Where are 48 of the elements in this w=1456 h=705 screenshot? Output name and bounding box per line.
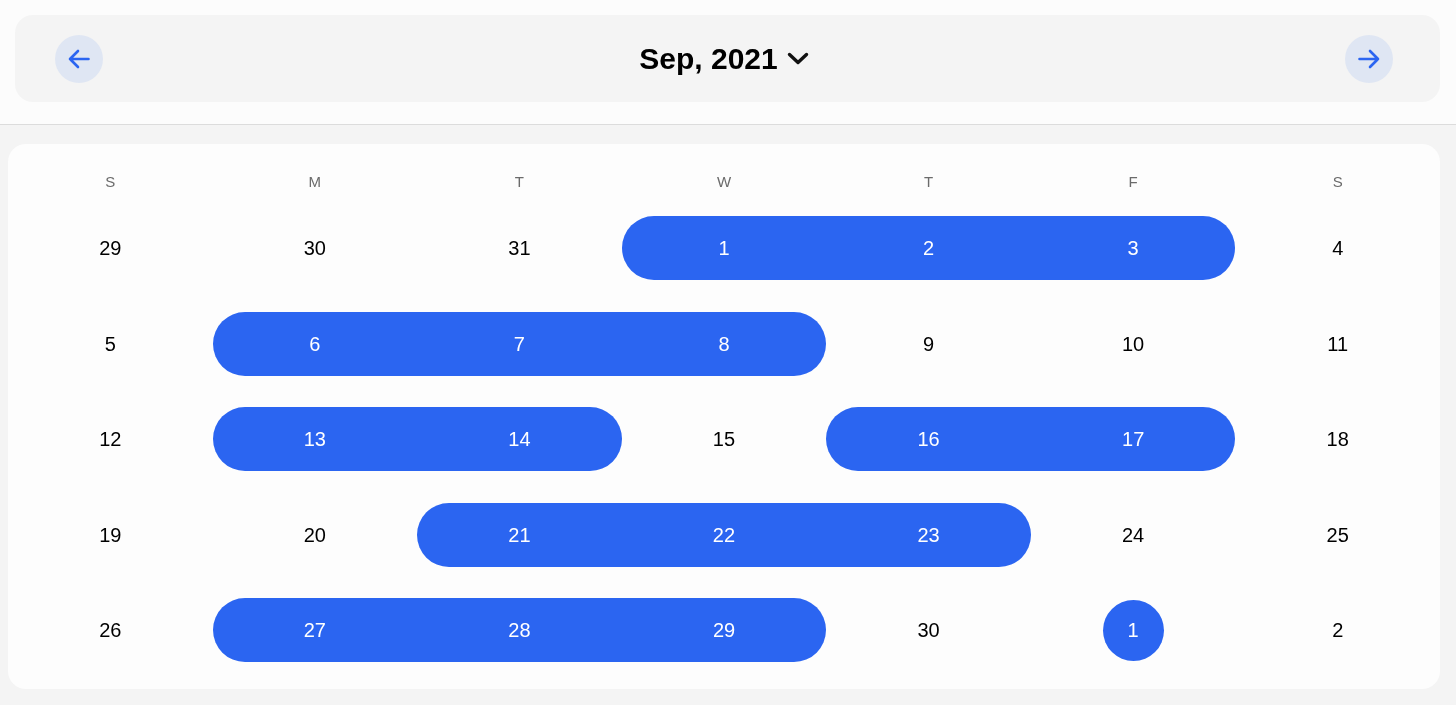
day-button[interactable]: 11 [1317, 323, 1358, 364]
day-button[interactable]: 16 [908, 419, 949, 459]
day-button[interactable]: 2 [1317, 610, 1358, 650]
day-button[interactable]: 24 [1113, 514, 1154, 555]
day-button[interactable]: 31 [499, 228, 540, 268]
day-button[interactable]: 10 [1113, 323, 1154, 364]
day-button[interactable]: 29 [90, 228, 131, 268]
arrow-left-icon [68, 48, 90, 69]
day-button[interactable]: 19 [90, 514, 131, 555]
day-button[interactable]: 18 [1317, 419, 1358, 459]
day-button[interactable]: 6 [294, 323, 335, 364]
day-button[interactable]: 28 [499, 610, 540, 650]
day-button[interactable]: 20 [294, 514, 335, 555]
weekday-label: M [308, 173, 322, 189]
day-button[interactable]: 17 [1113, 419, 1154, 459]
arrow-right-icon [1358, 48, 1380, 69]
day-button[interactable]: 2 [908, 228, 949, 268]
day-button[interactable]: 9 [908, 323, 949, 364]
day-button[interactable]: 7 [499, 323, 540, 364]
weekday-label: S [105, 173, 116, 189]
weekday-label: T [923, 173, 934, 189]
day-button[interactable]: 13 [294, 419, 335, 459]
day-button[interactable]: 22 [704, 514, 744, 555]
day-button[interactable]: 30 [294, 228, 335, 268]
day-button[interactable]: 8 [704, 323, 744, 364]
weekday-label: F [1128, 173, 1138, 189]
day-button[interactable]: 21 [499, 514, 540, 555]
previous-month-button[interactable] [55, 34, 103, 83]
day-button[interactable]: 3 [1113, 228, 1154, 268]
day-button[interactable]: 23 [908, 514, 949, 555]
selected-day-button[interactable]: 1 [1102, 599, 1164, 661]
day-button[interactable]: 27 [294, 610, 335, 650]
day-button[interactable]: 26 [90, 610, 131, 650]
day-button[interactable]: 30 [908, 610, 949, 650]
month-picker-button[interactable]: Sep, 2021 [635, 39, 813, 78]
weekday-label: S [1332, 173, 1343, 189]
day-button[interactable]: 14 [499, 419, 540, 459]
next-month-button[interactable] [1345, 34, 1393, 83]
day-button[interactable]: 1 [704, 228, 744, 268]
weekday-label: T [514, 173, 524, 189]
day-button[interactable]: 12 [90, 419, 131, 459]
day-button[interactable]: 25 [1317, 514, 1358, 555]
day-button[interactable]: 5 [90, 323, 131, 364]
day-button[interactable]: 29 [704, 610, 744, 650]
day-button[interactable]: 15 [704, 419, 744, 459]
weekday-label: W [716, 173, 732, 189]
chevron-down-icon [786, 52, 809, 65]
day-button[interactable]: 4 [1317, 228, 1358, 268]
